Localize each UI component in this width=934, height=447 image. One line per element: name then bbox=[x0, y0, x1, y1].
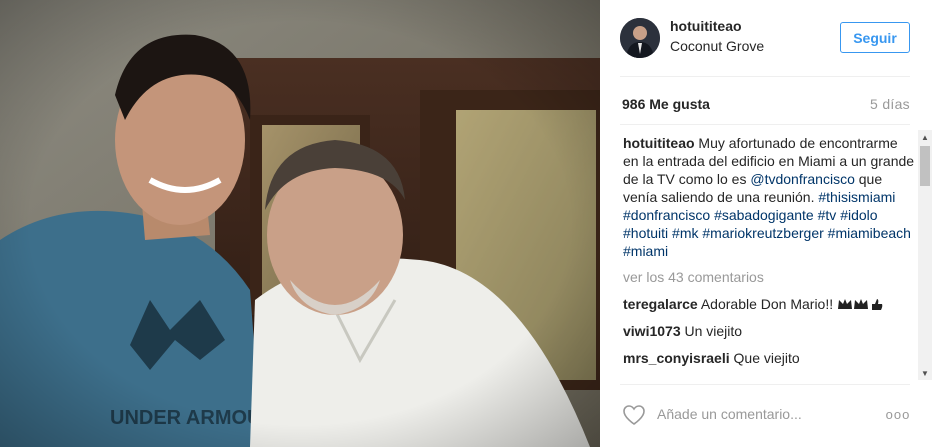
photo-scene: UNDER ARMOU bbox=[0, 0, 600, 447]
likes-count[interactable]: 986 Me gusta bbox=[622, 96, 710, 112]
divider bbox=[620, 76, 910, 77]
hashtag[interactable]: #thisismiami bbox=[818, 189, 895, 205]
scroll-thumb[interactable] bbox=[920, 146, 930, 186]
avatar[interactable] bbox=[620, 18, 660, 58]
post-sidebar: hotuititeao Coconut Grove Seguir 986 Me … bbox=[600, 0, 934, 447]
view-all-comments-link[interactable]: ver los 43 comentarios bbox=[623, 268, 915, 286]
crown-icon bbox=[838, 299, 883, 310]
stats-row: 986 Me gusta 5 días bbox=[620, 96, 910, 116]
comment: mrs_conyisraeli Que viejito bbox=[623, 349, 915, 367]
hashtag[interactable]: #miami bbox=[623, 243, 668, 259]
comments-scrollbar[interactable]: ▲ ▼ bbox=[918, 130, 932, 380]
hashtag[interactable]: #hotuiti bbox=[623, 225, 668, 241]
heart-icon[interactable] bbox=[622, 404, 646, 426]
comments-list: hotuititeao Muy afortunado de encontrarm… bbox=[623, 134, 915, 380]
divider bbox=[620, 384, 910, 385]
hashtag[interactable]: #idolo bbox=[840, 207, 877, 223]
comment-username[interactable]: teregalarce bbox=[623, 296, 698, 312]
caption-username[interactable]: hotuititeao bbox=[623, 135, 695, 151]
scroll-down-arrow-icon[interactable]: ▼ bbox=[918, 366, 932, 380]
caption-mention[interactable]: @tvdonfrancisco bbox=[750, 171, 854, 187]
comment-text: Que viejito bbox=[729, 350, 800, 366]
hashtag[interactable]: #sabadogigante bbox=[714, 207, 814, 223]
hashtag[interactable]: #donfrancisco bbox=[623, 207, 710, 223]
comment-username[interactable]: viwi1073 bbox=[623, 323, 681, 339]
hashtag[interactable]: #mk bbox=[672, 225, 698, 241]
comment-text: Un viejito bbox=[680, 323, 743, 339]
post-header: hotuititeao Coconut Grove Seguir bbox=[600, 0, 934, 76]
caption: hotuititeao Muy afortunado de encontrarm… bbox=[623, 134, 915, 260]
comment: viwi1073 Un viejito bbox=[623, 322, 915, 340]
more-options-icon[interactable]: ooo bbox=[885, 404, 911, 424]
instagram-post: UNDER ARMOU bbox=[0, 0, 934, 447]
post-age[interactable]: 5 días bbox=[870, 96, 910, 112]
post-photo[interactable]: UNDER ARMOU bbox=[0, 0, 600, 447]
header-location[interactable]: Coconut Grove bbox=[670, 38, 764, 54]
hashtag[interactable]: #mariokreutzberger bbox=[702, 225, 823, 241]
scroll-up-arrow-icon[interactable]: ▲ bbox=[918, 130, 932, 144]
hashtag[interactable]: #miamibeach bbox=[828, 225, 911, 241]
comment-text: Adorable Don Mario!! bbox=[697, 296, 834, 312]
add-comment-input[interactable] bbox=[657, 406, 877, 422]
follow-button[interactable]: Seguir bbox=[840, 22, 910, 53]
header-username[interactable]: hotuititeao bbox=[670, 18, 742, 34]
hashtag[interactable]: #tv bbox=[818, 207, 837, 223]
comment-username[interactable]: mrs_conyisraeli bbox=[623, 350, 730, 366]
avatar-image bbox=[620, 18, 660, 58]
divider bbox=[620, 124, 910, 125]
comment: teregalarce Adorable Don Mario!! bbox=[623, 295, 915, 313]
